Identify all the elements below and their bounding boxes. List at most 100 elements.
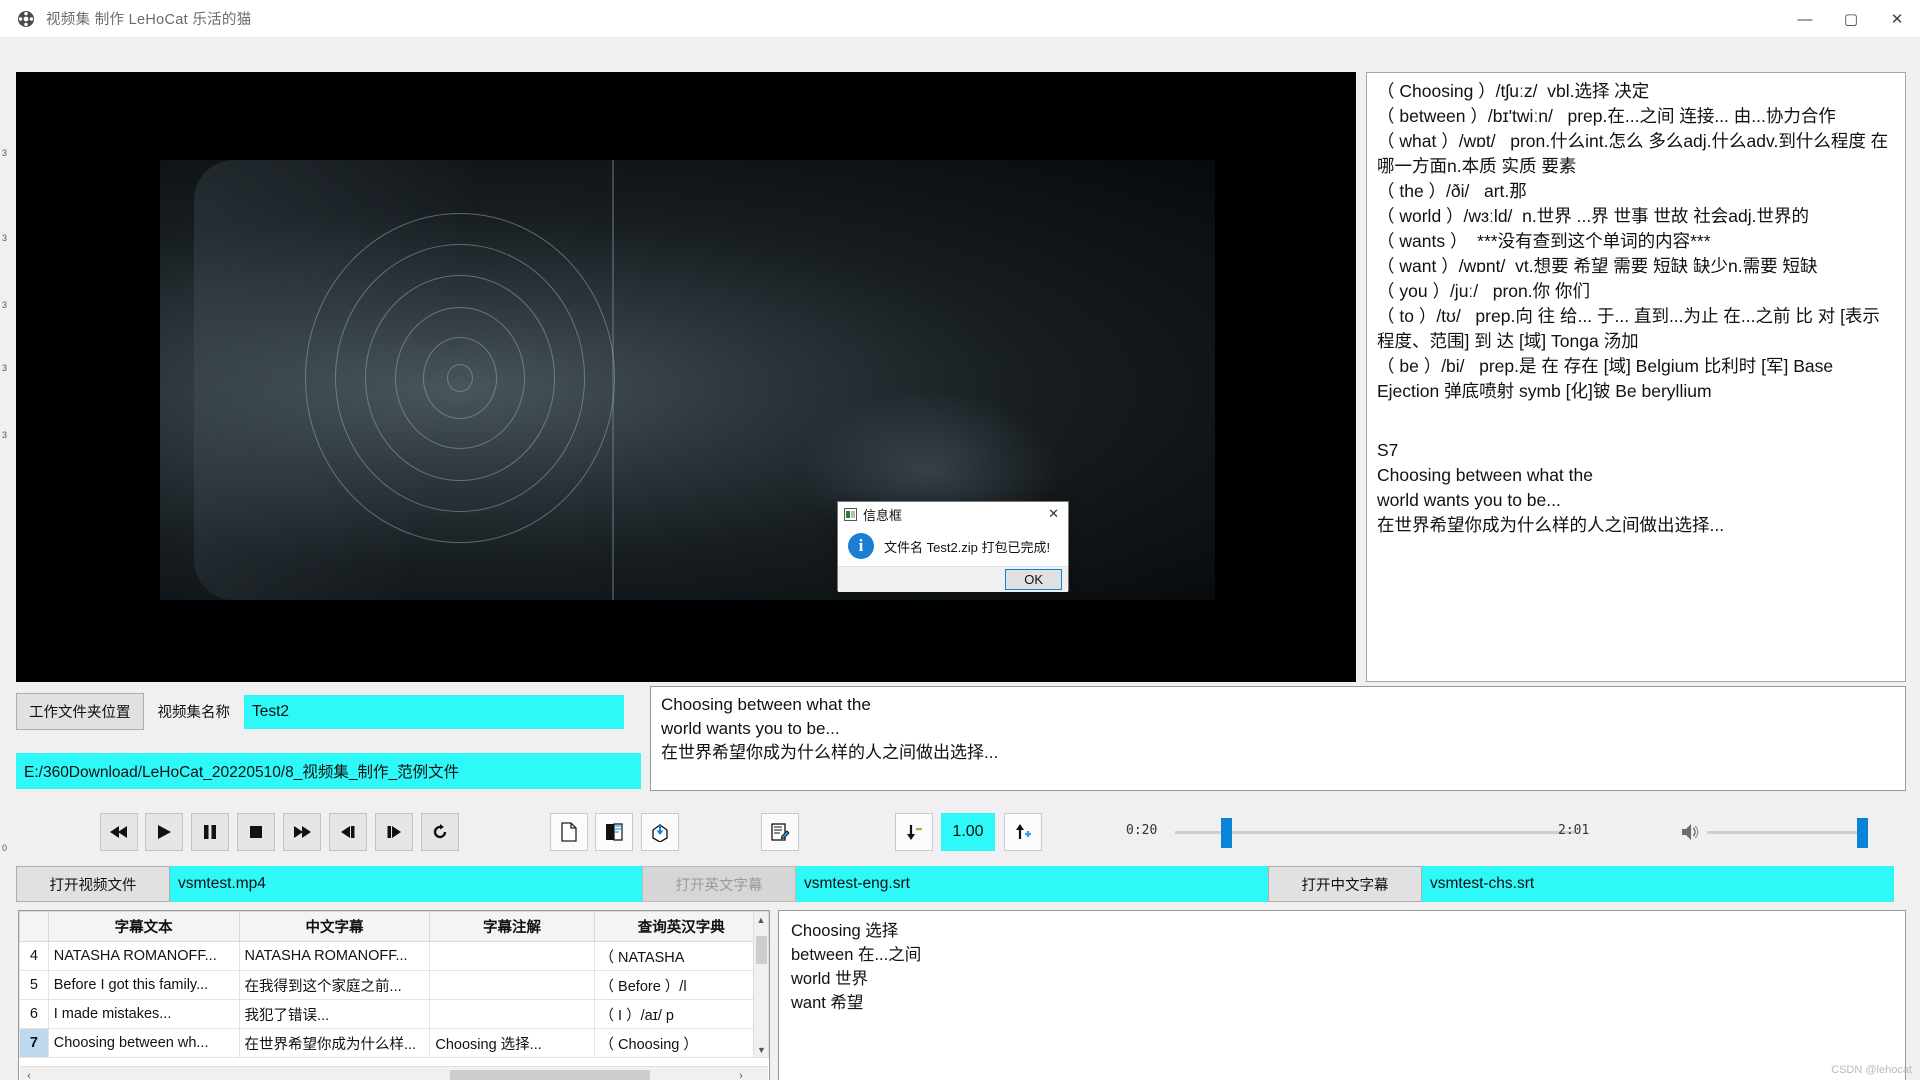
edit-note-button[interactable] (761, 813, 799, 851)
scroll-down-icon[interactable]: ▼ (754, 1042, 769, 1057)
ruler-mark: 3 (2, 430, 7, 440)
loop-button[interactable] (421, 813, 459, 851)
subtitle-table[interactable]: 字幕文本 中文字幕 字幕注解 查询英汉字典 4 NATASHA ROMANOFF… (18, 910, 770, 1080)
step-forward-button[interactable] (375, 813, 413, 851)
scroll-right-icon[interactable]: › (732, 1070, 750, 1080)
dictionary-line: （ be ）/bi/ prep.是 在 存在 [域] Belgium 比利时 [… (1377, 354, 1897, 404)
dictionary-line: （ to ）/tʊ/ prep.向 往 给... 于... 直到...为止 在.… (1377, 304, 1897, 354)
rewind-button[interactable] (100, 813, 138, 851)
speed-down-button[interactable] (895, 813, 933, 851)
row-index: 4 (20, 942, 49, 971)
dictionary-line: （ Choosing ）/tʃuːz/ vbl.选择 决定 (1377, 79, 1897, 104)
maximize-button[interactable]: ▢ (1828, 0, 1874, 38)
minimize-button[interactable]: — (1782, 0, 1828, 38)
book-button[interactable] (595, 813, 633, 851)
hscroll-grip[interactable] (450, 1070, 650, 1080)
pause-button[interactable] (191, 813, 229, 851)
dictionary-line: （ want ）/wɒnt/ vt.想要 希望 需要 短缺 缺少n.需要 短缺 (1377, 254, 1897, 279)
scroll-up-icon[interactable]: ▲ (754, 912, 768, 927)
speed-up-button[interactable] (1004, 813, 1042, 851)
col-subtitle-text[interactable]: 字幕文本 (48, 912, 239, 942)
cell-text[interactable]: I made mistakes... (48, 1000, 239, 1029)
cell-dict[interactable]: （ I ）/aɪ/ p (594, 1000, 768, 1029)
application-window: 视频集 制作 LeHoCat 乐活的猫 — ▢ ✕ 3 3 3 3 3 0 (0, 0, 1920, 1080)
cell-text[interactable]: NATASHA ROMANOFF... (48, 942, 239, 971)
dialog-ok-button[interactable]: OK (1005, 569, 1062, 590)
table-row[interactable]: 7 Choosing between wh... 在世界希望你成为什么样... … (20, 1029, 769, 1058)
subtitle-editor[interactable]: Choosing between what the world wants yo… (650, 686, 1906, 791)
cell-note[interactable] (430, 971, 594, 1000)
window-title: 视频集 制作 LeHoCat 乐活的猫 (46, 8, 252, 29)
new-file-button[interactable] (550, 813, 588, 851)
cell-chinese[interactable]: 在世界希望你成为什么样... (239, 1029, 430, 1058)
dialog-body: i 文件名 Test2.zip 打包已完成! (838, 526, 1068, 566)
close-button[interactable]: ✕ (1874, 0, 1920, 38)
table-row[interactable]: 4 NATASHA ROMANOFF... NATASHA ROMANOFF..… (20, 942, 769, 971)
play-button[interactable] (145, 813, 183, 851)
window-controls: — ▢ ✕ (1782, 0, 1920, 37)
work-folder-button[interactable]: 工作文件夹位置 (16, 693, 144, 730)
cell-dict[interactable]: （ Before ）/l (594, 971, 768, 1000)
cell-chinese[interactable]: 我犯了错误... (239, 1000, 430, 1029)
dictionary-spacer (1377, 404, 1897, 438)
table-horizontal-scrollbar[interactable]: ‹ › (20, 1066, 768, 1080)
fast-forward-button[interactable] (283, 813, 321, 851)
dictionary-line: （ wants ） ***没有查到这个单词的内容*** (1377, 229, 1897, 254)
cell-dict[interactable]: （ NATASHA (594, 942, 768, 971)
ruler-mark: 3 (2, 233, 7, 243)
subtitle-zh: 在世界希望你成为什么样的人之间做出选择... (1377, 513, 1897, 538)
video-set-name-label: 视频集名称 (158, 701, 231, 722)
open-eng-subtitle-button[interactable]: 打开英文字幕 (642, 866, 796, 902)
scroll-left-icon[interactable]: ‹ (20, 1070, 38, 1080)
film-reel-icon (16, 9, 36, 29)
seek-thumb[interactable] (1221, 818, 1232, 848)
cell-text[interactable]: Choosing between wh... (48, 1029, 239, 1058)
cell-chinese[interactable]: 在我得到这个家庭之前... (239, 971, 430, 1000)
cell-dict[interactable]: （ Choosing ） (594, 1029, 768, 1058)
cell-chinese[interactable]: NATASHA ROMANOFF... (239, 942, 430, 971)
dictionary-line: （ you ）/juː/ pron.你 你们 (1377, 279, 1897, 304)
cell-note[interactable] (430, 1000, 594, 1029)
cell-note[interactable] (430, 942, 594, 971)
chs-subtitle-file-input[interactable] (1422, 866, 1894, 902)
info-dialog[interactable]: 信息框 ✕ i 文件名 Test2.zip 打包已完成! OK (837, 501, 1069, 591)
subtitle-en-line1: Choosing between what the (1377, 463, 1897, 488)
package-button[interactable] (641, 813, 679, 851)
table-row[interactable]: 6 I made mistakes... 我犯了错误... （ I ）/aɪ/ … (20, 1000, 769, 1029)
seek-track[interactable] (1175, 831, 1575, 834)
dictionary-panel[interactable]: （ Choosing ）/tʃuːz/ vbl.选择 决定 （ between … (1366, 72, 1906, 682)
ruler-mark: 3 (2, 300, 7, 310)
volume-track[interactable] (1707, 831, 1867, 834)
video-player[interactable] (16, 72, 1356, 682)
col-chinese-subtitle[interactable]: 中文字幕 (239, 912, 430, 942)
ruler-mark: 3 (2, 363, 7, 373)
word-notes-panel[interactable]: Choosing 选择 between 在...之间 world 世界 want… (778, 910, 1906, 1080)
col-dictionary-lookup[interactable]: 查询英汉字典 (594, 912, 768, 942)
speed-value[interactable]: 1.00 (941, 813, 995, 851)
note-line: between 在...之间 (791, 943, 1893, 967)
cell-text[interactable]: Before I got this family... (48, 971, 239, 1000)
note-line: want 希望 (791, 991, 1893, 1015)
stop-button[interactable] (237, 813, 275, 851)
table-vertical-scrollbar[interactable]: ▲ ▼ (753, 912, 768, 1057)
dictionary-line: （ what ）/wɒt/ pron.什么int.怎么 多么adj.什么adv.… (1377, 129, 1897, 179)
open-chs-subtitle-button[interactable]: 打开中文字幕 (1268, 866, 1422, 902)
cell-note[interactable]: Choosing 选择... (430, 1029, 594, 1058)
video-file-input[interactable] (170, 866, 642, 902)
eng-subtitle-file-input[interactable] (796, 866, 1268, 902)
video-set-name-input[interactable] (244, 695, 624, 729)
dialog-window-icon (844, 508, 857, 521)
table-row[interactable]: 5 Before I got this family... 在我得到这个家庭之前… (20, 971, 769, 1000)
speaker-icon[interactable] (1679, 821, 1701, 843)
step-back-button[interactable] (329, 813, 367, 851)
scroll-grip[interactable] (756, 936, 767, 964)
open-video-button[interactable]: 打开视频文件 (16, 866, 170, 902)
dialog-close-icon[interactable]: ✕ (1039, 506, 1068, 522)
file-open-row: 打开视频文件 打开英文字幕 打开中文字幕 (16, 866, 1894, 902)
col-subtitle-note[interactable]: 字幕注解 (430, 912, 594, 942)
dialog-message: 文件名 Test2.zip 打包已完成! (884, 537, 1050, 556)
work-folder-row: 工作文件夹位置 视频集名称 (16, 693, 624, 730)
work-folder-path-input[interactable] (16, 753, 641, 789)
subtitle-id: S7 (1377, 438, 1897, 463)
volume-thumb[interactable] (1857, 818, 1868, 848)
